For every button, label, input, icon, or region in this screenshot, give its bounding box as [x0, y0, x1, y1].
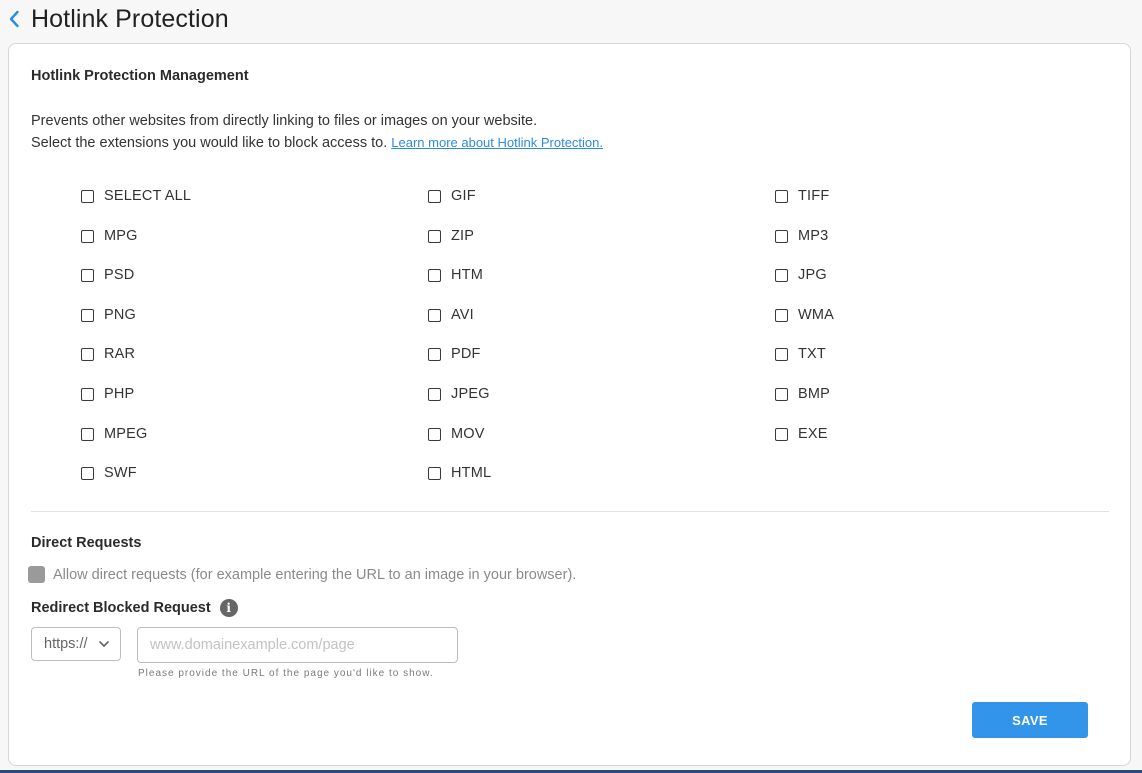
extension-label: AVI	[451, 307, 474, 323]
checkbox-mov[interactable]	[428, 427, 441, 441]
extension-label: PSD	[104, 267, 135, 283]
extension-option-tiff[interactable]: TIFF	[775, 186, 829, 206]
extension-option-pdf[interactable]: PDF	[428, 344, 481, 364]
extension-label: MPG	[104, 228, 138, 244]
checkbox-mp3[interactable]	[775, 229, 788, 243]
extension-label: MP3	[798, 228, 829, 244]
extension-option-mov[interactable]: MOV	[428, 424, 485, 444]
checkbox-psd[interactable]	[81, 268, 94, 282]
extension-label: ZIP	[451, 228, 475, 244]
extension-option-png[interactable]: PNG	[81, 305, 136, 325]
learn-more-link[interactable]: Learn more about Hotlink Protection.	[391, 135, 603, 150]
checkbox-jpeg[interactable]	[428, 387, 441, 401]
checkbox-exe[interactable]	[775, 427, 788, 441]
protocol-select[interactable]: https://	[31, 627, 121, 661]
checkbox-php[interactable]	[81, 387, 94, 401]
checkbox-pdf[interactable]	[428, 347, 441, 361]
checkbox-rar[interactable]	[81, 347, 94, 361]
info-icon[interactable]: i	[219, 599, 238, 617]
checkbox-tiff[interactable]	[775, 189, 788, 203]
extension-label: MPEG	[104, 426, 148, 442]
extension-option-gif[interactable]: GIF	[428, 186, 476, 206]
checkbox-html[interactable]	[428, 466, 441, 480]
checkbox-zip[interactable]	[428, 229, 441, 243]
extension-label: TXT	[798, 346, 826, 362]
extension-label: HTML	[451, 465, 492, 481]
checkbox-wma[interactable]	[775, 308, 788, 322]
extension-label: HTM	[451, 267, 484, 283]
description-line-2: Select the extensions you would like to …	[31, 132, 603, 154]
extension-option-swf[interactable]: SWF	[81, 463, 137, 483]
extension-label: SELECT ALL	[104, 188, 192, 204]
extension-label: PHP	[104, 386, 135, 402]
allow-direct-requests-checkbox[interactable]	[28, 566, 45, 583]
save-button[interactable]: SAVE	[972, 702, 1088, 738]
extension-option-mpg[interactable]: MPG	[81, 226, 138, 246]
checkbox-mpg[interactable]	[81, 229, 94, 243]
extension-option-bmp[interactable]: BMP	[775, 384, 830, 404]
extension-label: PNG	[104, 307, 137, 323]
extension-label: MOV	[451, 426, 485, 442]
extension-option-exe[interactable]: EXE	[775, 424, 828, 444]
extension-option-select-all[interactable]: SELECT ALL	[81, 186, 191, 206]
chevron-down-icon	[99, 641, 109, 647]
allow-direct-requests-label: Allow direct requests (for example enter…	[53, 566, 577, 583]
divider	[31, 511, 1109, 512]
extension-label: BMP	[798, 386, 831, 402]
redirect-title-row: Redirect Blocked Request i	[31, 599, 238, 617]
protocol-value: https://	[44, 636, 88, 652]
extension-label: SWF	[104, 465, 137, 481]
extension-option-txt[interactable]: TXT	[775, 344, 826, 364]
redirect-title: Redirect Blocked Request	[31, 600, 211, 616]
extension-option-php[interactable]: PHP	[81, 384, 134, 404]
extension-label: TIFF	[798, 188, 830, 204]
direct-requests-title: Direct Requests	[31, 535, 142, 551]
extension-option-rar[interactable]: RAR	[81, 344, 135, 364]
checkbox-gif[interactable]	[428, 189, 441, 203]
page-header: Hotlink Protection	[0, 0, 1142, 40]
description-line-2-text: Select the extensions you would like to …	[31, 135, 388, 151]
extension-option-html[interactable]: HTML	[428, 463, 491, 483]
extension-option-mp3[interactable]: MP3	[775, 226, 828, 246]
checkbox-mpeg[interactable]	[81, 427, 94, 441]
hotlink-settings-card: Hotlink Protection Management Prevents o…	[8, 43, 1131, 766]
back-button[interactable]	[6, 9, 22, 29]
extension-label: PDF	[451, 346, 481, 362]
checkbox-select-all[interactable]	[81, 189, 94, 203]
extension-option-jpg[interactable]: JPG	[775, 265, 827, 285]
checkbox-bmp[interactable]	[775, 387, 788, 401]
extension-checkbox-grid: SELECT ALL MPG PSD PNG RAR PHP MPEG SWF GIF ZIP HT…	[81, 186, 1121, 506]
allow-direct-requests-option[interactable]: Allow direct requests (for example enter…	[28, 566, 576, 583]
extension-option-jpeg[interactable]: JPEG	[428, 384, 490, 404]
extension-option-wma[interactable]: WMA	[775, 305, 834, 325]
checkbox-swf[interactable]	[81, 466, 94, 480]
checkbox-avi[interactable]	[428, 308, 441, 322]
redirect-helper-text: Please provide the URL of the page you'd…	[138, 668, 434, 679]
extension-option-htm[interactable]: HTM	[428, 265, 483, 285]
extension-label: RAR	[104, 346, 136, 362]
extension-label: GIF	[451, 188, 476, 204]
extension-option-zip[interactable]: ZIP	[428, 226, 474, 246]
extension-label: JPG	[798, 267, 827, 283]
checkbox-txt[interactable]	[775, 347, 788, 361]
chevron-left-icon	[9, 10, 19, 28]
extension-label: JPEG	[451, 386, 490, 402]
checkbox-png[interactable]	[81, 308, 94, 322]
page-title: Hotlink Protection	[31, 5, 229, 33]
checkbox-jpg[interactable]	[775, 268, 788, 282]
extension-option-mpeg[interactable]: MPEG	[81, 424, 148, 444]
description: Prevents other websites from directly li…	[31, 110, 603, 154]
extension-option-avi[interactable]: AVI	[428, 305, 474, 325]
extension-label: EXE	[798, 426, 828, 442]
section-title: Hotlink Protection Management	[31, 68, 249, 84]
description-line-1: Prevents other websites from directly li…	[31, 113, 538, 129]
extension-option-psd[interactable]: PSD	[81, 265, 134, 285]
redirect-url-input[interactable]	[137, 627, 458, 663]
checkbox-htm[interactable]	[428, 268, 441, 282]
extension-label: WMA	[798, 307, 835, 323]
